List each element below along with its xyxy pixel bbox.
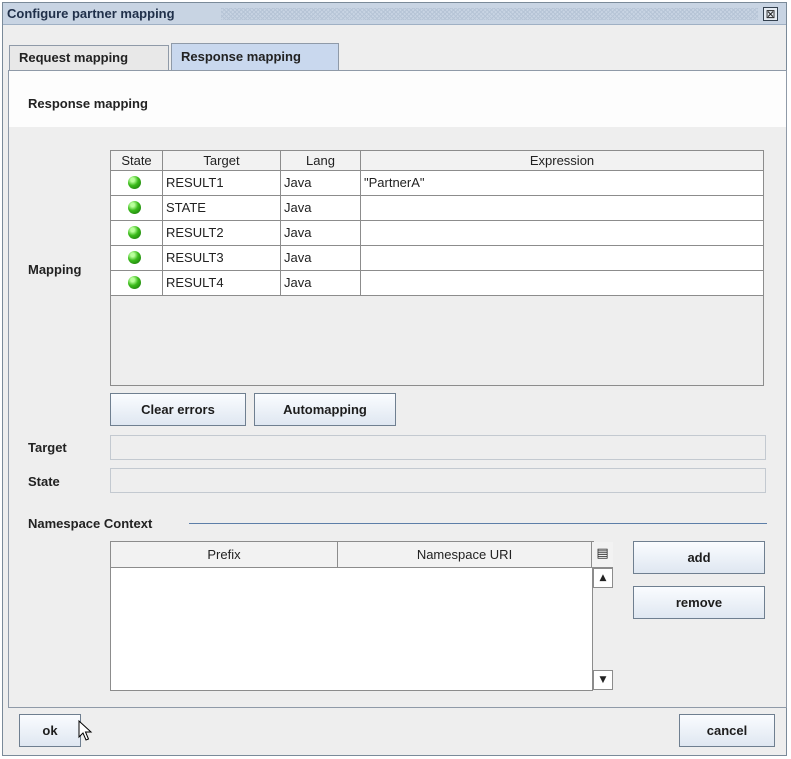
lang-cell[interactable]: Java <box>281 246 361 271</box>
expression-cell[interactable] <box>361 246 763 271</box>
automapping-button[interactable]: Automapping <box>254 393 396 426</box>
green-dot-icon <box>128 276 141 289</box>
table-row[interactable]: RESULT4 Java <box>111 271 763 296</box>
clear-errors-button[interactable]: Clear errors <box>110 393 246 426</box>
scroll-down-icon[interactable]: ▼ <box>593 670 613 690</box>
column-chooser-icon[interactable]: ▤ <box>592 542 613 568</box>
green-dot-icon <box>128 201 141 214</box>
green-dot-icon <box>128 226 141 239</box>
column-header-target[interactable]: Target <box>163 151 281 171</box>
target-cell[interactable]: RESULT1 <box>163 171 281 196</box>
state-cell <box>111 171 163 196</box>
cancel-button[interactable]: cancel <box>679 714 775 747</box>
target-label: Target <box>28 440 67 455</box>
mapping-label: Mapping <box>28 262 82 277</box>
title-bar[interactable]: Configure partner mapping ⊠ <box>3 3 786 25</box>
state-cell <box>111 246 163 271</box>
mouse-cursor-icon <box>78 720 93 741</box>
mapping-table[interactable]: State Target Lang Expression RESULT1 Jav… <box>110 150 764 386</box>
panel-title: Response mapping <box>28 96 148 111</box>
target-cell[interactable]: RESULT4 <box>163 271 281 296</box>
dialog-window: Configure partner mapping ⊠ Request mapp… <box>2 2 787 756</box>
tab-request-mapping[interactable]: Request mapping <box>9 45 169 71</box>
response-mapping-panel: Response mapping Mapping State Target La… <box>8 70 787 708</box>
state-field[interactable] <box>110 468 766 493</box>
expression-cell[interactable] <box>361 196 763 221</box>
expression-cell[interactable] <box>361 271 763 296</box>
green-dot-icon <box>128 176 141 189</box>
table-row[interactable]: RESULT3 Java <box>111 246 763 271</box>
state-cell <box>111 221 163 246</box>
table-row[interactable]: RESULT1 Java "PartnerA" <box>111 171 763 196</box>
namespace-context-label: Namespace Context <box>28 516 153 531</box>
add-button[interactable]: add <box>633 541 765 574</box>
tab-response-mapping[interactable]: Response mapping <box>171 43 339 71</box>
panel-header: Response mapping <box>9 71 786 127</box>
column-header-expression[interactable]: Expression <box>361 151 763 171</box>
target-field[interactable] <box>110 435 766 460</box>
namespace-divider <box>189 523 767 524</box>
lang-cell[interactable]: Java <box>281 271 361 296</box>
table-row[interactable]: STATE Java <box>111 196 763 221</box>
state-cell <box>111 271 163 296</box>
namespace-scrollbar[interactable]: ▲ ▼ <box>592 568 613 691</box>
lang-cell[interactable]: Java <box>281 196 361 221</box>
title-bar-grip <box>221 8 758 20</box>
expression-cell[interactable]: "PartnerA" <box>361 171 763 196</box>
expression-cell[interactable] <box>361 221 763 246</box>
remove-button[interactable]: remove <box>633 586 765 619</box>
column-header-prefix[interactable]: Prefix <box>111 542 338 568</box>
target-cell[interactable]: STATE <box>163 196 281 221</box>
namespace-table[interactable]: Prefix Namespace URI ▤ ▲ ▼ <box>110 541 613 691</box>
state-cell <box>111 196 163 221</box>
column-header-lang[interactable]: Lang <box>281 151 361 171</box>
table-row[interactable]: RESULT2 Java <box>111 221 763 246</box>
close-icon[interactable]: ⊠ <box>763 7 778 21</box>
lang-cell[interactable]: Java <box>281 221 361 246</box>
column-header-namespace-uri[interactable]: Namespace URI <box>338 542 592 568</box>
window-title: Configure partner mapping <box>7 6 181 21</box>
scroll-up-icon[interactable]: ▲ <box>593 568 613 588</box>
state-label: State <box>28 474 60 489</box>
lang-cell[interactable]: Java <box>281 171 361 196</box>
ok-button[interactable]: ok <box>19 714 81 747</box>
green-dot-icon <box>128 251 141 264</box>
target-cell[interactable]: RESULT2 <box>163 221 281 246</box>
target-cell[interactable]: RESULT3 <box>163 246 281 271</box>
column-header-state[interactable]: State <box>111 151 163 171</box>
